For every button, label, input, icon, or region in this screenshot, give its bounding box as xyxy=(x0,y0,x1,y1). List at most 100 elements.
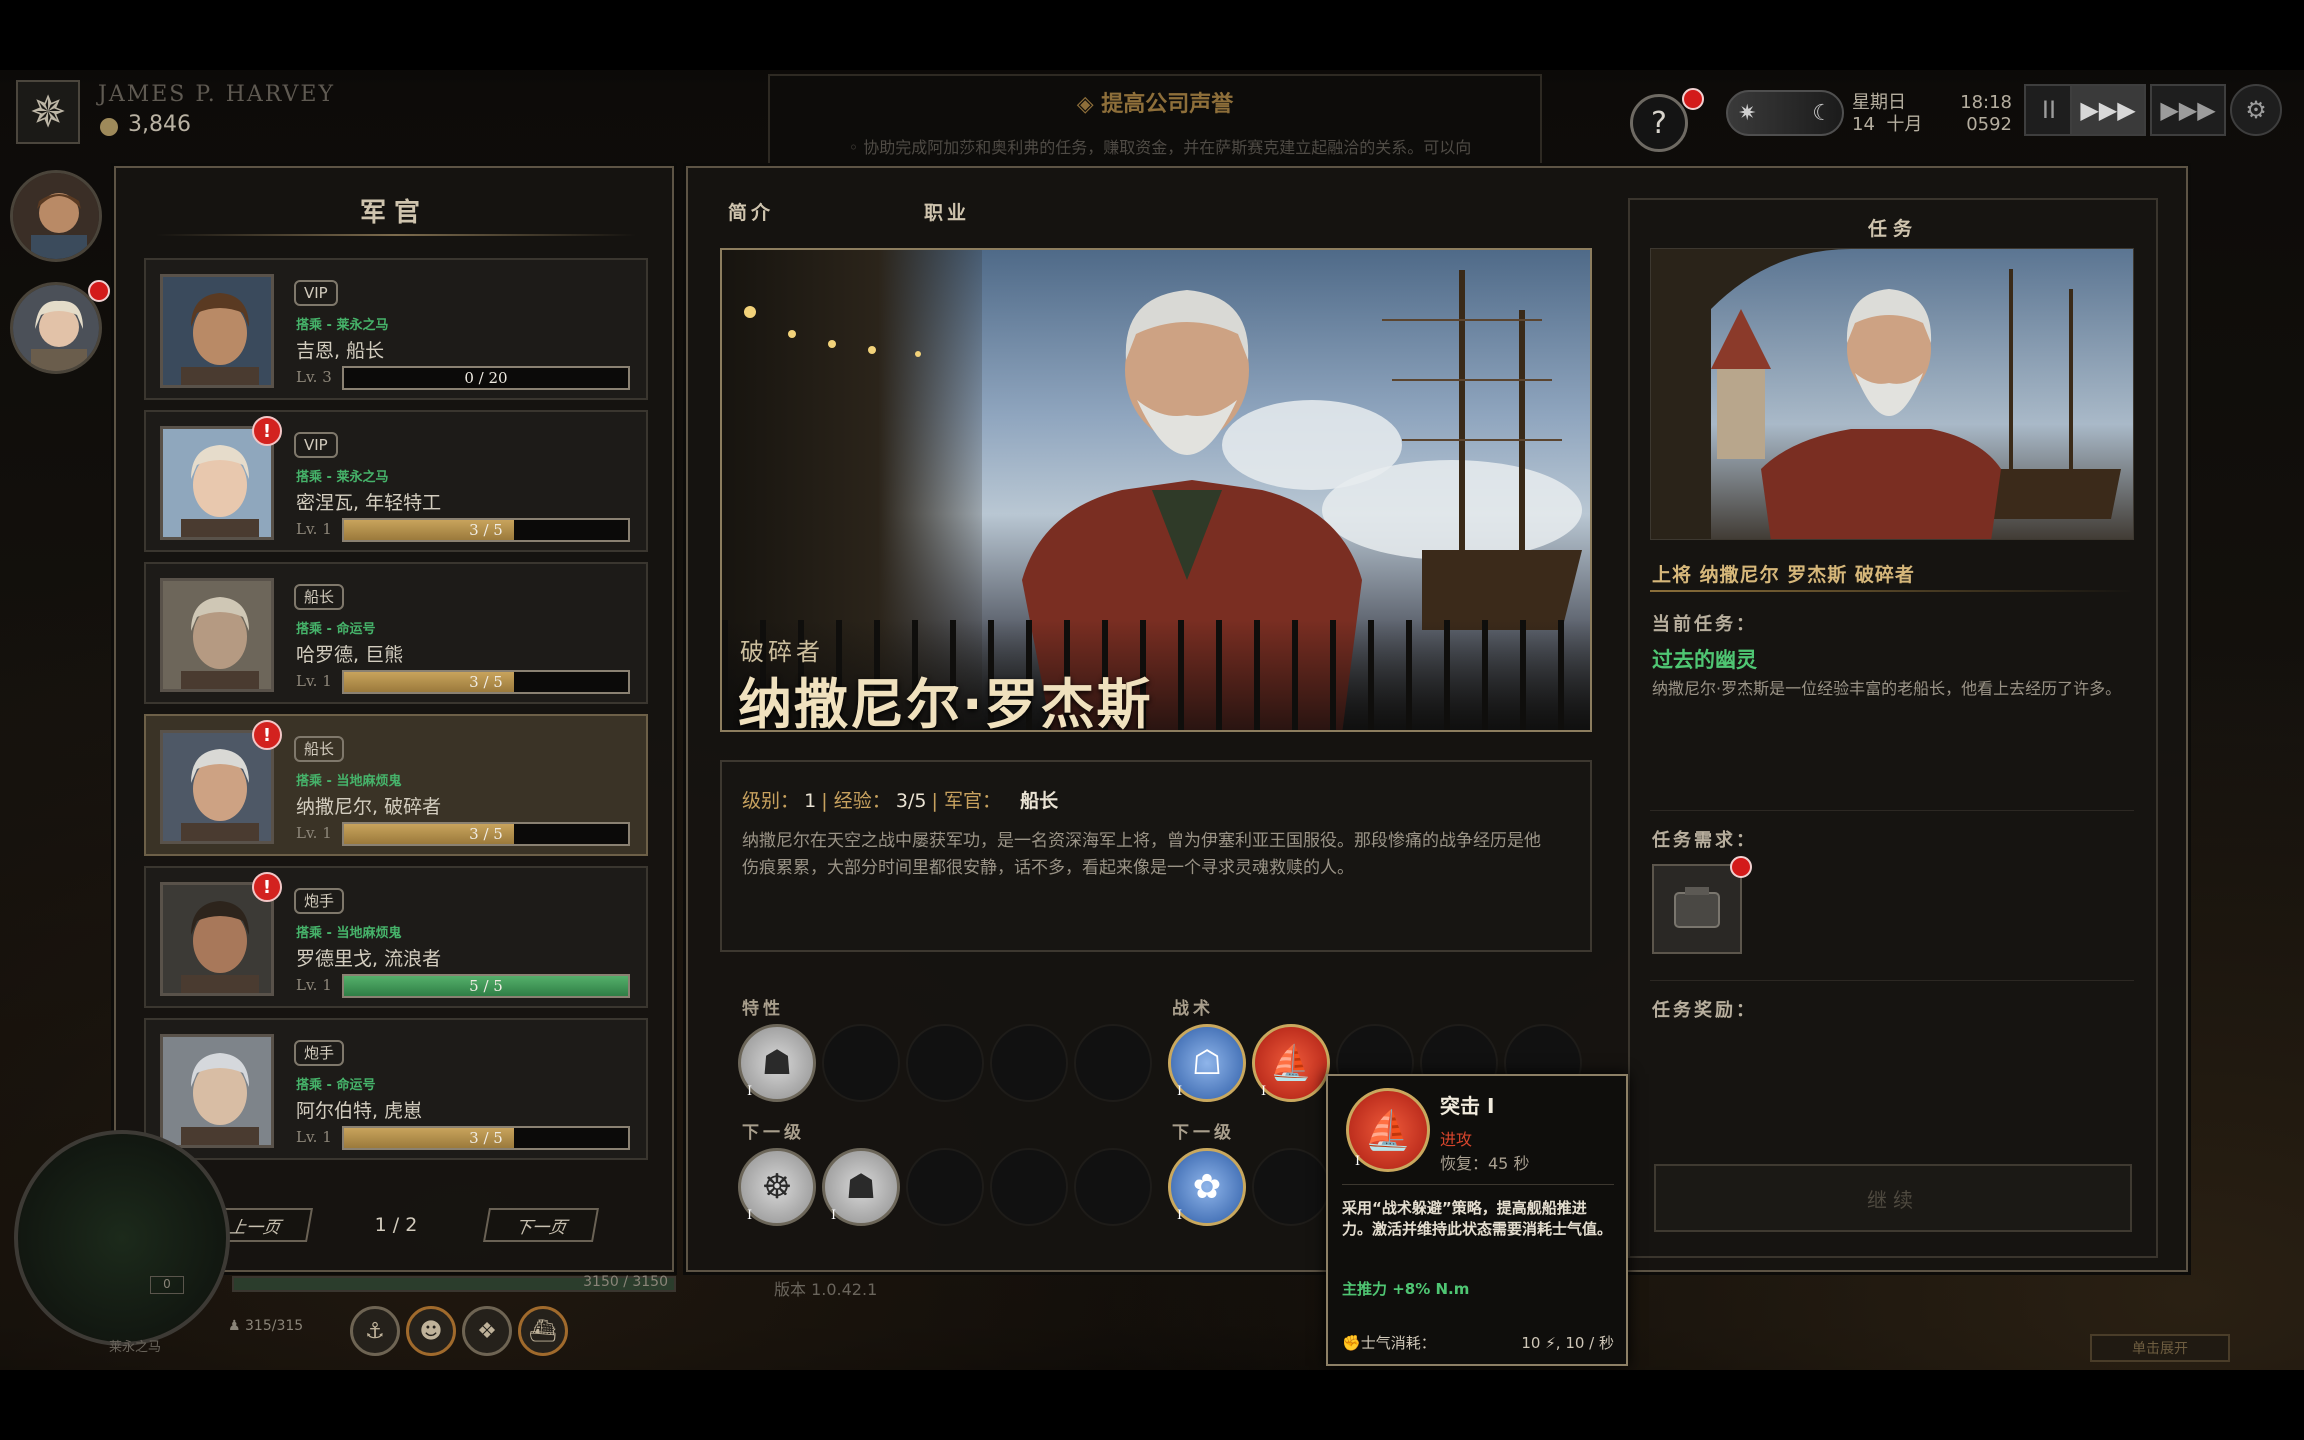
officer-role-tag: 船长 xyxy=(294,736,345,762)
fast-forward-button[interactable]: ▶▶▶ xyxy=(2150,84,2226,136)
trait-slot-empty xyxy=(906,1148,984,1226)
help-button[interactable]: ? xyxy=(1630,94,1688,152)
exp-bar-text: 3 / 5 xyxy=(469,521,503,539)
current-quest-name[interactable]: 过去的幽灵 xyxy=(1652,644,1757,674)
continue-button[interactable]: 继续 xyxy=(1654,1164,2132,1232)
officer-card[interactable]: 炮手 搭乘 - 命运号 阿尔伯特, 虎崽 Lv. 1 3 / 5 xyxy=(144,1018,648,1160)
tactic-assault-icon[interactable]: ⛵ I xyxy=(1252,1024,1330,1102)
officer-exp-bar: 3 / 5 xyxy=(342,518,630,542)
skill-tooltip: ⛵ I 突击 I 进攻 恢复：45 秒 采用“战术躲避”策略，提高舰船推进力。激活… xyxy=(1326,1074,1628,1366)
mission-title-divider xyxy=(1650,590,2134,592)
trait-slot-empty xyxy=(1074,1148,1152,1226)
pause-button[interactable]: II xyxy=(2024,84,2074,136)
officer-card[interactable]: VIP 搭乘 - 莱永之马 吉恩, 船长 Lv. 3 0 / 20 xyxy=(144,258,648,400)
bottom-letterbox xyxy=(0,1370,2304,1440)
coin-count: 3,846 xyxy=(128,112,191,137)
officer-portrait-banner: 破碎者 纳撒尼尔·罗杰斯 xyxy=(720,248,1592,732)
objective-notice[interactable]: ◈ 提高公司声誉 ◦ 协助完成阿加莎和奥利弗的任务，赚取资金，并在萨斯赛克建立起… xyxy=(768,74,1542,164)
officer-role-tag: 炮手 xyxy=(294,1040,345,1066)
company-emblem-icon[interactable]: ✵ xyxy=(16,80,80,144)
officer-name: 阿尔伯特, 虎崽 xyxy=(296,1100,423,1122)
tactic-evade-icon[interactable]: ☖ I xyxy=(1168,1024,1246,1102)
officer-ship: 搭乘 - 莱永之马 xyxy=(296,318,389,333)
officer-info-box: 级别： 1 | 经验： 3/5 | 军官： 船长 纳撒尼尔在天空之战中屡获军功，… xyxy=(720,760,1592,952)
mission-header: 任务 xyxy=(1867,218,1918,240)
play-speed-button[interactable]: ▶▶▶ xyxy=(2070,84,2146,136)
officer-ship: 搭乘 - 莱永之马 xyxy=(296,470,389,485)
next-level-traits-label: 下一级 xyxy=(742,1123,805,1143)
day-night-toggle[interactable]: ✷ ☾ xyxy=(1726,90,1844,136)
sun-icon: ✷ xyxy=(1738,100,1757,126)
officer-name: 密涅瓦, 年轻特工 xyxy=(296,492,442,514)
diamond-icon: ◈ xyxy=(1076,92,1102,117)
officer-role-tag: VIP xyxy=(294,280,338,306)
officer-role-tag: 炮手 xyxy=(294,888,345,914)
next-trait-helm-icon[interactable]: ☸ I xyxy=(738,1148,816,1226)
officer-role-tag: VIP xyxy=(294,432,338,458)
divider xyxy=(1650,980,2134,981)
ship-name-label: 莱永之马 xyxy=(108,1340,161,1355)
cargo-button-icon[interactable]: ⚓ xyxy=(350,1306,400,1356)
officer-ship: 搭乘 - 当地麻烦鬼 xyxy=(296,774,402,789)
fleet-button-icon[interactable]: ❖ xyxy=(462,1306,512,1356)
officer-exp-bar: 3 / 5 xyxy=(342,670,630,694)
officer-portrait xyxy=(160,1034,274,1148)
exp-bar-text: 5 / 5 xyxy=(469,977,503,995)
player-name: JAMES P. HARVEY xyxy=(98,82,336,107)
officer-ship: 搭乘 - 当地麻烦鬼 xyxy=(296,926,402,941)
officer-biography: 纳撒尼尔在天空之战中屡获军功，是一名资深海军上将，曾为伊塞利亚王国服役。那段惨痛… xyxy=(742,831,1541,878)
coin-icon xyxy=(100,118,118,136)
requirement-alert-icon xyxy=(1730,856,1752,878)
side-avatar-gene[interactable] xyxy=(10,170,102,262)
tactics-label: 战术 xyxy=(1172,999,1214,1019)
tab-profile[interactable]: 简介 xyxy=(728,198,774,225)
morale-icon: ✊ xyxy=(1342,1334,1361,1352)
objective-text: ◦ 协助完成阿加莎和奥利弗的任务，赚取资金，并在萨斯赛克建立起融洽的关系。可以向 xyxy=(848,138,1472,157)
officer-level: Lv. 1 xyxy=(296,976,332,994)
skill-type: 进攻 xyxy=(1440,1130,1473,1149)
trait-slot-empty xyxy=(822,1024,900,1102)
settings-gear-icon[interactable]: ⚙ xyxy=(2230,84,2282,136)
tab-profession[interactable]: 职业 xyxy=(924,198,970,225)
trait-slot-empty xyxy=(1074,1024,1152,1102)
cargo-crate-icon xyxy=(1674,887,1720,928)
version-label: 版本 1.0.42.1 xyxy=(774,1280,878,1299)
officer-portrait xyxy=(160,882,274,996)
trait-crew-icon[interactable]: ☗ I xyxy=(738,1024,816,1102)
next-level-tactics-label: 下一级 xyxy=(1172,1123,1235,1143)
morale-cost-label: ✊士气消耗： xyxy=(1342,1334,1436,1352)
requirement-item[interactable] xyxy=(1652,864,1742,954)
ship-hull-bar: 3150 / 3150 xyxy=(232,1274,676,1292)
help-alert-icon xyxy=(1682,88,1704,110)
officer-level: Lv. 1 xyxy=(296,1128,332,1146)
expand-button[interactable]: 单击展开 xyxy=(2090,1334,2230,1362)
officer-card[interactable]: 炮手 搭乘 - 当地麻烦鬼 罗德里戈, 流浪者 Lv. 1 5 / 5! xyxy=(144,866,648,1008)
next-trait-crew-icon[interactable]: ☗ I xyxy=(822,1148,900,1226)
officer-alert-icon: ! xyxy=(252,416,282,446)
officer-card[interactable]: 船长 搭乘 - 当地麻烦鬼 纳撒尼尔, 破碎者 Lv. 1 3 / 5! xyxy=(144,714,648,856)
skill-bonus: 主推力 +8% N.m xyxy=(1342,1280,1470,1298)
trait-slot-empty xyxy=(990,1024,1068,1102)
officer-card[interactable]: 船长 搭乘 - 命运号 哈罗德, 巨熊 Lv. 1 3 / 5 xyxy=(144,562,648,704)
crew-icon: ♟ xyxy=(228,1318,246,1334)
officers-button-icon[interactable]: ☻ xyxy=(406,1306,456,1356)
officer-role-tag: 船长 xyxy=(294,584,345,610)
trait-slot-empty xyxy=(906,1024,984,1102)
mission-requirements-label: 任务需求： xyxy=(1652,830,1757,851)
crew-count: ♟ 315/315 xyxy=(228,1318,304,1334)
ship-minimap[interactable] xyxy=(14,1130,230,1346)
next-page-button[interactable]: 下一页 xyxy=(483,1208,599,1242)
officer-card[interactable]: VIP 搭乘 - 莱永之马 密涅瓦, 年轻特工 Lv. 1 3 / 5! xyxy=(144,410,648,552)
mission-rewards-label: 任务奖励： xyxy=(1652,1000,1757,1021)
exp-bar-text: 0 / 20 xyxy=(464,369,508,387)
officer-portrait xyxy=(160,578,274,692)
mission-portrait xyxy=(1650,248,2134,540)
officer-panel-title: 军官 xyxy=(359,198,428,228)
ship-button-icon[interactable]: ⛴ xyxy=(518,1306,568,1356)
side-avatar-alert-icon xyxy=(88,280,110,302)
officer-stats-line: 级别： 1 | 经验： 3/5 | 军官： 船长 xyxy=(742,790,1059,812)
morale-cost-value: 10 ⚡, 10 / 秒 xyxy=(1521,1334,1614,1352)
officer-alert-icon: ! xyxy=(252,872,282,902)
next-tactic-icon[interactable]: ✿ I xyxy=(1168,1148,1246,1226)
counter-box: 0 xyxy=(150,1276,184,1294)
